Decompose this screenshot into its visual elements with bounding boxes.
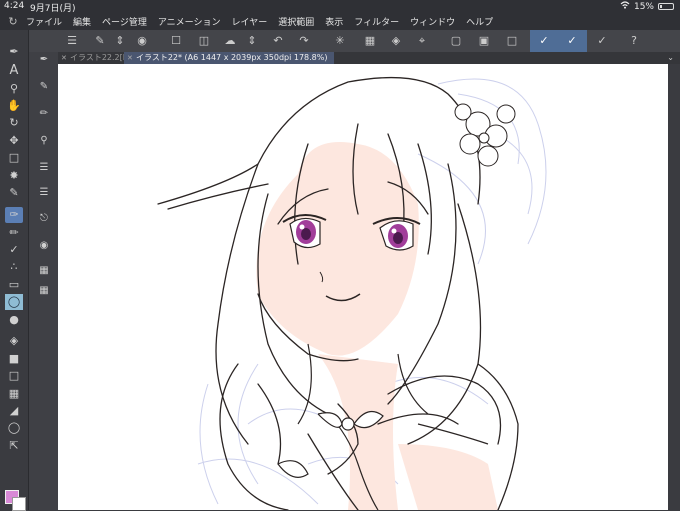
folder-icon[interactable]: ◫ [196,33,212,49]
list-icon[interactable]: ▦ [36,283,52,299]
app-logo-icon[interactable]: ↻ [0,15,26,28]
redo-icon[interactable]: ↷ [296,33,312,49]
pen-nib-icon[interactable]: ✒ [5,44,23,60]
status-time: 4:24 [4,1,25,11]
sub-pen-icon[interactable]: ✒ [36,52,52,68]
pen-icon[interactable]: ✑ [5,207,23,223]
tab-inactive-label: イラスト22.2[I] [70,53,129,62]
crop-icon[interactable]: ⌖ [414,33,430,49]
lasso-icon[interactable]: ◯ [5,420,23,436]
tab-active[interactable]: ✕ イラスト22* (A6 1447 x 2039px 350dpi 178.8… [124,52,334,64]
sub-tool-palette: ✒ ✎ ✏ ⚲ ☰ ☰ ⎋ ◉ ▦ ▦ [29,52,58,510]
chevron-down-icon[interactable]: ⌄ [667,52,674,64]
menu-animation[interactable]: アニメーション [158,15,221,28]
menu-page[interactable]: ページ管理 [102,15,147,28]
edit-icon[interactable]: ✎ [92,33,108,49]
menu-help[interactable]: ヘルプ [466,15,493,28]
pencil-icon[interactable]: ✏ [5,225,23,241]
menu-window[interactable]: ウィンドウ [410,15,455,28]
menu-layer[interactable]: レイヤー [232,15,268,28]
sub-pencil-icon[interactable]: ✏ [36,106,52,122]
menu-filter[interactable]: フィルター [354,15,399,28]
import-icon[interactable]: ⎋ [36,211,52,227]
selection-border-icon[interactable]: □ [504,33,520,49]
command-bar: ☰ ✎ ⇕ ◉ ☐ ◫ ☁ ⇕ ↶ ↷ ✳ ▦ ◈ ⌖ ▢ ▣ □ ✓ ✓ ✓ … [0,30,680,53]
invert-selection-icon[interactable]: ▣ [476,33,492,49]
undo-icon[interactable]: ↶ [270,33,286,49]
menu-selection[interactable]: 選択範囲 [278,15,314,28]
chevron-updown-icon[interactable]: ⇕ [112,33,128,49]
blend-icon[interactable]: ◯ [5,294,23,310]
ios-status-bar: 4:24 9月7日(月) 15% [0,0,680,14]
hand-icon[interactable]: ✋ [5,98,23,114]
tool-palette: ✒ A ⚲ ✋ ↻ ✥ □ ✸ ✎ ✑ ✏ ✓ ∴ ▭ ◯ ● ◈ ■ □ ▦ … [0,30,29,511]
battery-fill [660,5,662,8]
ruler-icon[interactable]: ◢ [5,403,23,419]
select-rect-icon[interactable]: □ [5,150,23,166]
save-cloud-icon[interactable]: ☁ [222,33,238,49]
new-file-icon[interactable]: ☐ [168,33,184,49]
tab-inactive[interactable]: ✕ イラスト22.2[I] [58,52,134,64]
stroke-correct-icon[interactable]: ✓ [536,33,552,49]
pen-pressure-icon[interactable]: ✓ [564,33,580,49]
menu-view[interactable]: 表示 [325,15,343,28]
menu-bar: ↻ ファイル 編集 ページ管理 アニメーション レイヤー 選択範囲 表示 フィル… [0,13,680,30]
eyedropper-icon[interactable]: ✎ [5,185,23,201]
tab-active-label: イラスト22* (A6 1447 x 2039px 350dpi 178.8%) [136,53,328,62]
fill-icon[interactable]: ◈ [388,33,404,49]
airbrush-icon[interactable]: ∴ [5,259,23,275]
battery-percent: 15% [633,1,654,12]
hamburger-icon[interactable]: ☰ [64,33,80,49]
brush-icon[interactable]: ✓ [5,242,23,258]
eraser-icon[interactable]: ▭ [5,277,23,293]
wifi-icon [620,1,630,12]
figure-icon[interactable]: □ [5,368,23,384]
transform-icon[interactable]: ▦ [362,33,378,49]
battery-icon [658,3,674,10]
move-icon[interactable]: ✥ [5,133,23,149]
eye-icon[interactable]: ◉ [134,33,150,49]
palette-icon[interactable]: ◉ [36,238,52,254]
menu-file[interactable]: ファイル [26,15,62,28]
close-icon-active[interactable]: ✕ [127,52,133,64]
ruler-pen-icon[interactable]: ✓ [594,33,610,49]
deselect-icon[interactable]: ▢ [448,33,464,49]
sub-color-swatch[interactable] [12,497,26,511]
sketch-artwork [157,76,547,510]
document-tab-bar: ✕ イラスト22.2[I] ✕ イラスト22* (A6 1447 x 2039p… [58,52,680,64]
sub-layers-icon[interactable]: ☰ [36,185,52,201]
droplet-icon[interactable]: ● [5,312,23,328]
vertical-scrollbar[interactable] [668,64,680,510]
status-right: 15% [620,1,674,12]
gradient-icon[interactable]: ■ [5,351,23,367]
spinner-icon[interactable]: ✳ [332,33,348,49]
drawing-canvas[interactable] [58,64,668,510]
sub-search-icon[interactable]: ⚲ [36,133,52,149]
help-icon[interactable]: ? [626,33,642,49]
grid-icon[interactable]: ▦ [36,263,52,279]
menu-edit[interactable]: 編集 [73,15,91,28]
sub-marker-icon[interactable]: ✎ [36,79,52,95]
text-tool-icon[interactable]: A [5,63,23,79]
rotate-icon[interactable]: ↻ [5,115,23,131]
frame-icon[interactable]: ▦ [5,386,23,402]
correct-line-icon[interactable]: ⇱ [5,438,23,454]
fill-bucket-icon[interactable]: ◈ [5,333,23,349]
sparkle-icon[interactable]: ✸ [5,168,23,184]
zoom-icon[interactable]: ⚲ [5,81,23,97]
sub-layer-icon[interactable]: ☰ [36,160,52,176]
chevron-updown-icon-2[interactable]: ⇕ [244,33,260,49]
close-icon[interactable]: ✕ [61,52,67,64]
